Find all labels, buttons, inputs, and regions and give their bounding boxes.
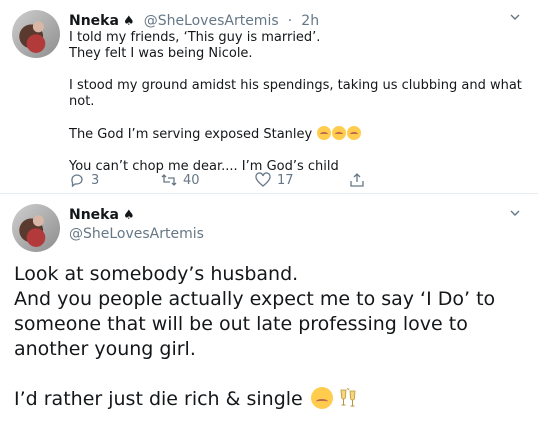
tweet-card[interactable]: Nneka ♠ @SheLovesArtemis Look at somebody…: [0, 194, 538, 444]
user-handle[interactable]: @SheLovesArtemis: [144, 13, 279, 29]
tweet-line: another young girl.: [14, 338, 196, 360]
share-icon: [350, 173, 364, 187]
tweet-line-with-emoji: I’d rather just die rich & single: [14, 387, 529, 412]
chevron-down-icon[interactable]: [510, 12, 520, 22]
grinning-face-icon: [347, 126, 362, 140]
timestamp[interactable]: 2h: [301, 13, 319, 29]
tweet-line: I stood my ground amidst his spendings, …: [69, 78, 522, 109]
spade-symbol: ♠: [122, 208, 135, 223]
tweet-line: The God I’m serving exposed Stanley: [69, 127, 313, 142]
tweet-line: I’d rather just die rich & single: [14, 388, 303, 410]
share-button[interactable]: [349, 172, 371, 188]
tweet-header: Nneka ♠ @SheLovesArtemis: [69, 206, 204, 243]
spade-symbol: ♠: [122, 14, 135, 29]
tweet-line-with-emoji: The God I’m serving exposed Stanley: [69, 126, 524, 143]
tweet-text: I told my friends, ‘This guy is married’…: [69, 30, 524, 175]
avatar[interactable]: [12, 204, 60, 252]
grinning-face-icon: [317, 126, 332, 140]
display-name[interactable]: Nneka: [69, 13, 119, 29]
retweet-count: 40: [183, 172, 200, 188]
reply-count: 3: [91, 172, 100, 188]
chevron-down-icon[interactable]: [510, 208, 520, 218]
smiling-face-icon: [310, 387, 333, 409]
reply-button[interactable]: 3: [69, 172, 99, 188]
reply-icon: [71, 174, 83, 188]
tweet-line: Look at somebody’s husband.: [14, 263, 299, 285]
tweet-line: And you people actually expect me to say…: [14, 288, 496, 310]
display-name-text: Nneka: [69, 207, 119, 223]
like-button[interactable]: 17: [255, 172, 294, 188]
avatar[interactable]: [12, 10, 60, 58]
tweet-line: I told my friends, ‘This guy is married’…: [69, 30, 321, 45]
grinning-face-icon: [332, 126, 347, 140]
like-count: 17: [277, 172, 294, 188]
tweet-text: Look at somebody’s husband. And you peop…: [14, 262, 529, 412]
separator-dot: ·: [287, 13, 293, 29]
clinking-glasses-icon: [340, 387, 356, 407]
tweet-line: someone that will be out late professing…: [14, 313, 468, 335]
tweet-card[interactable]: Nneka ♠ @SheLovesArtemis · 2h I told my f…: [0, 0, 538, 194]
tweet-header: Nneka ♠ @SheLovesArtemis · 2h: [69, 10, 319, 29]
retweet-icon: [161, 174, 177, 186]
display-name[interactable]: Nneka ♠: [69, 206, 204, 225]
tweet-line: They felt I was being Nicole.: [69, 46, 253, 61]
tweet-actions: 3 40 17: [69, 172, 449, 190]
like-icon: [255, 172, 271, 187]
user-handle[interactable]: @SheLovesArtemis: [69, 225, 204, 243]
retweet-button[interactable]: 40: [161, 172, 200, 188]
